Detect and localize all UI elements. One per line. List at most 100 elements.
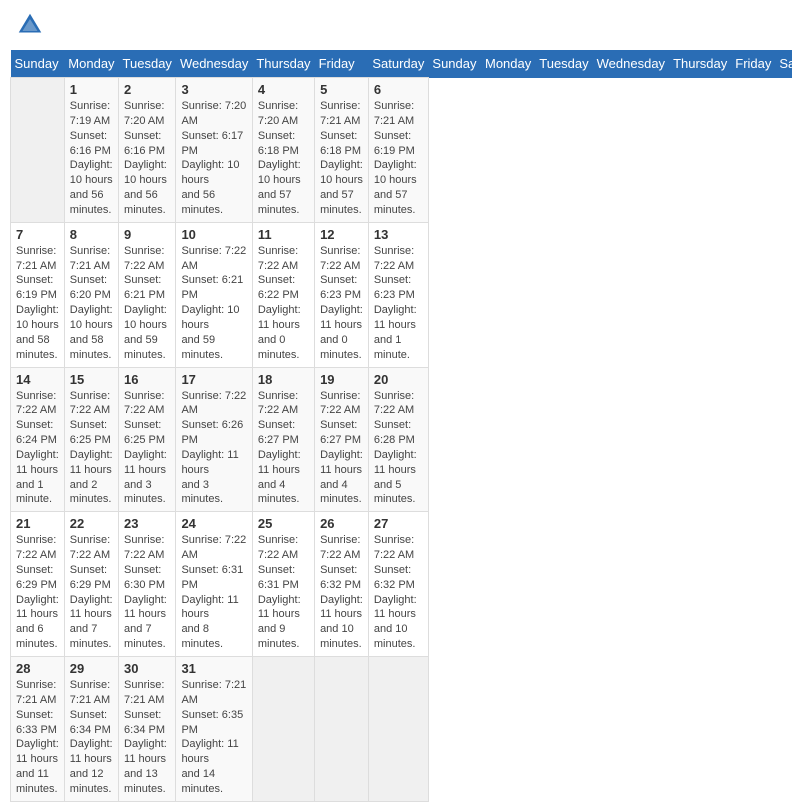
day-number: 31	[181, 661, 246, 676]
day-number: 28	[16, 661, 59, 676]
day-number: 30	[124, 661, 170, 676]
day-number: 21	[16, 516, 59, 531]
calendar-cell: 19 Sunrise: 7:22 AMSunset: 6:27 PMDayligh…	[315, 367, 369, 512]
day-info: Sunrise: 7:19 AMSunset: 6:16 PMDaylight:…	[70, 99, 113, 218]
day-number: 19	[320, 372, 363, 387]
calendar-cell: 29Sunrise: 7:21 AMSunset: 6:34 PMDayligh…	[64, 657, 118, 802]
calendar-cell: 9Sunrise: 7:22 AMSunset: 6:21 PMDaylight…	[119, 222, 176, 367]
day-header-thursday: Thursday	[669, 50, 731, 78]
calendar-cell: 20Sunrise: 7:22 AMSunset: 6:28 PMDayligh…	[368, 367, 428, 512]
day-info: Sunrise: 7:21 AMSunset: 6:20 PMDaylight:…	[70, 244, 113, 363]
day-number: 4	[258, 82, 309, 97]
day-number: 1	[70, 82, 113, 97]
calendar-week-2: 7 Sunrise: 7:21 AMSunset: 6:19 PMDaylight…	[11, 222, 792, 367]
day-number: 10	[181, 227, 246, 242]
calendar-cell: 7 Sunrise: 7:21 AMSunset: 6:19 PMDaylight…	[11, 222, 65, 367]
day-number: 26	[320, 516, 363, 531]
calendar-cell: 13 Sunrise: 7:22 AMSunset: 6:23 PMDayligh…	[368, 222, 428, 367]
page-header	[10, 10, 782, 40]
day-number: 8	[70, 227, 113, 242]
day-header-sunday: Sunday	[428, 50, 481, 78]
day-number: 14	[16, 372, 59, 387]
day-header-thursday: Thursday	[252, 50, 314, 78]
day-number: 7	[16, 227, 59, 242]
day-info: Sunrise: 7:22 AMSunset: 6:29 PMDaylight:…	[70, 533, 113, 652]
calendar-cell: 15 Sunrise: 7:22 AMSunset: 6:25 PMDayligh…	[64, 367, 118, 512]
calendar-cell: 3 Sunrise: 7:20 AMSunset: 6:17 PMDaylight…	[176, 78, 252, 223]
calendar-cell: 28 Sunrise: 7:21 AMSunset: 6:33 PMDayligh…	[11, 657, 65, 802]
day-info: Sunrise: 7:22 AMSunset: 6:22 PMDaylight:…	[258, 244, 309, 363]
calendar-cell: 12Sunrise: 7:22 AMSunset: 6:23 PMDayligh…	[315, 222, 369, 367]
day-header-wednesday: Wednesday	[176, 50, 252, 78]
day-info: Sunrise: 7:21 AMSunset: 6:33 PMDaylight:…	[16, 678, 59, 797]
day-number: 29	[70, 661, 113, 676]
calendar-cell: 21 Sunrise: 7:22 AMSunset: 6:29 PMDayligh…	[11, 512, 65, 657]
calendar-cell: 25 Sunrise: 7:22 AMSunset: 6:31 PMDayligh…	[252, 512, 314, 657]
day-number: 15	[70, 372, 113, 387]
day-header-saturday: Saturday	[368, 50, 428, 78]
day-number: 6	[374, 82, 423, 97]
calendar-week-5: 28 Sunrise: 7:21 AMSunset: 6:33 PMDayligh…	[11, 657, 792, 802]
day-number: 13	[374, 227, 423, 242]
calendar-cell: 10 Sunrise: 7:22 AMSunset: 6:21 PMDayligh…	[176, 222, 252, 367]
calendar-week-3: 14Sunrise: 7:22 AMSunset: 6:24 PMDayligh…	[11, 367, 792, 512]
day-header-saturday: Saturday	[775, 50, 792, 78]
day-info: Sunrise: 7:22 AMSunset: 6:31 PMDaylight:…	[258, 533, 309, 652]
calendar-cell: 1 Sunrise: 7:19 AMSunset: 6:16 PMDaylight…	[64, 78, 118, 223]
day-number: 5	[320, 82, 363, 97]
day-info: Sunrise: 7:21 AMSunset: 6:19 PMDaylight:…	[374, 99, 423, 218]
calendar-cell	[368, 657, 428, 802]
calendar-cell: 4 Sunrise: 7:20 AMSunset: 6:18 PMDaylight…	[252, 78, 314, 223]
day-number: 24	[181, 516, 246, 531]
day-number: 25	[258, 516, 309, 531]
calendar-week-1: 1 Sunrise: 7:19 AMSunset: 6:16 PMDaylight…	[11, 78, 792, 223]
calendar-cell: 30Sunrise: 7:21 AMSunset: 6:34 PMDayligh…	[119, 657, 176, 802]
day-number: 16	[124, 372, 170, 387]
day-info: Sunrise: 7:22 AMSunset: 6:26 PMDaylight:…	[181, 389, 246, 508]
day-info: Sunrise: 7:21 AMSunset: 6:18 PMDaylight:…	[320, 99, 363, 218]
day-number: 9	[124, 227, 170, 242]
calendar-cell: 2 Sunrise: 7:20 AMSunset: 6:16 PMDaylight…	[119, 78, 176, 223]
calendar-cell: 27 Sunrise: 7:22 AMSunset: 6:32 PMDayligh…	[368, 512, 428, 657]
day-info: Sunrise: 7:22 AMSunset: 6:23 PMDaylight:…	[374, 244, 423, 363]
logo	[15, 10, 49, 40]
day-header-monday: Monday	[481, 50, 535, 78]
day-number: 27	[374, 516, 423, 531]
calendar-cell: 17Sunrise: 7:22 AMSunset: 6:26 PMDayligh…	[176, 367, 252, 512]
day-header-friday: Friday	[315, 50, 369, 78]
day-info: Sunrise: 7:22 AMSunset: 6:27 PMDaylight:…	[320, 389, 363, 508]
calendar-cell: 8 Sunrise: 7:21 AMSunset: 6:20 PMDaylight…	[64, 222, 118, 367]
day-number: 20	[374, 372, 423, 387]
calendar-cell: 5 Sunrise: 7:21 AMSunset: 6:18 PMDaylight…	[315, 78, 369, 223]
day-info: Sunrise: 7:22 AMSunset: 6:25 PMDaylight:…	[70, 389, 113, 508]
day-header-wednesday: Wednesday	[593, 50, 669, 78]
day-info: Sunrise: 7:20 AMSunset: 6:16 PMDaylight:…	[124, 99, 170, 218]
day-info: Sunrise: 7:22 AMSunset: 6:32 PMDaylight:…	[320, 533, 363, 652]
day-info: Sunrise: 7:20 AMSunset: 6:18 PMDaylight:…	[258, 99, 309, 218]
day-number: 2	[124, 82, 170, 97]
calendar-cell: 24 Sunrise: 7:22 AMSunset: 6:31 PMDayligh…	[176, 512, 252, 657]
day-number: 3	[181, 82, 246, 97]
calendar-week-4: 21 Sunrise: 7:22 AMSunset: 6:29 PMDayligh…	[11, 512, 792, 657]
calendar-table: SundayMondayTuesdayWednesdayThursdayFrid…	[10, 50, 792, 802]
day-info: Sunrise: 7:21 AMSunset: 6:19 PMDaylight:…	[16, 244, 59, 363]
day-info: Sunrise: 7:20 AMSunset: 6:17 PMDaylight:…	[181, 99, 246, 218]
calendar-cell: 14Sunrise: 7:22 AMSunset: 6:24 PMDayligh…	[11, 367, 65, 512]
calendar-cell: 16 Sunrise: 7:22 AMSunset: 6:25 PMDayligh…	[119, 367, 176, 512]
day-info: Sunrise: 7:22 AMSunset: 6:21 PMDaylight:…	[181, 244, 246, 363]
day-info: Sunrise: 7:22 AMSunset: 6:29 PMDaylight:…	[16, 533, 59, 652]
logo-icon	[15, 10, 45, 40]
calendar-cell: 31 Sunrise: 7:21 AMSunset: 6:35 PMDayligh…	[176, 657, 252, 802]
day-info: Sunrise: 7:21 AMSunset: 6:35 PMDaylight:…	[181, 678, 246, 797]
day-number: 22	[70, 516, 113, 531]
day-header-tuesday: Tuesday	[119, 50, 176, 78]
day-header-sunday: Sunday	[11, 50, 65, 78]
day-info: Sunrise: 7:22 AMSunset: 6:25 PMDaylight:…	[124, 389, 170, 508]
day-header-friday: Friday	[731, 50, 775, 78]
calendar-cell: 18Sunrise: 7:22 AMSunset: 6:27 PMDayligh…	[252, 367, 314, 512]
day-info: Sunrise: 7:22 AMSunset: 6:31 PMDaylight:…	[181, 533, 246, 652]
day-info: Sunrise: 7:22 AMSunset: 6:32 PMDaylight:…	[374, 533, 423, 652]
day-number: 11	[258, 227, 309, 242]
day-info: Sunrise: 7:22 AMSunset: 6:30 PMDaylight:…	[124, 533, 170, 652]
calendar-cell	[252, 657, 314, 802]
